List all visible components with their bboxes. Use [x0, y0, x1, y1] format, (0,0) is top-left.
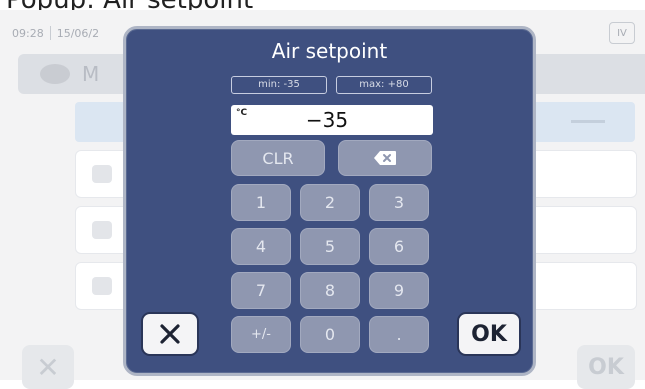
- row-icon: [92, 165, 112, 183]
- dash-icon: [571, 120, 605, 123]
- setpoint-dialog: Air setpoint min: -35 max: +80 °C −35 CL…: [123, 26, 536, 376]
- row-icon: [92, 277, 112, 295]
- fish-icon: [40, 64, 70, 84]
- unit-label: °C: [236, 108, 248, 118]
- key-2[interactable]: 2: [300, 184, 360, 221]
- backspace-icon: [374, 151, 396, 165]
- value-display: °C −35: [231, 105, 433, 135]
- key-4[interactable]: 4: [231, 228, 291, 265]
- status-date: 15/06/2: [56, 26, 100, 40]
- key-6[interactable]: 6: [369, 228, 429, 265]
- ok-button[interactable]: OK: [457, 312, 521, 356]
- background-header-label: M: [82, 62, 100, 86]
- max-limit-label: max: +80: [336, 76, 432, 94]
- key-7[interactable]: 7: [231, 272, 291, 309]
- backspace-button[interactable]: [338, 140, 432, 176]
- key-0[interactable]: 0: [300, 316, 360, 353]
- decimal-point-button[interactable]: .: [369, 316, 429, 353]
- key-3[interactable]: 3: [369, 184, 429, 221]
- key-9[interactable]: 9: [369, 272, 429, 309]
- background-ok-button: OK: [577, 345, 635, 389]
- dialog-title: Air setpoint: [271, 39, 388, 63]
- background-cancel-button: ✕: [22, 345, 74, 389]
- key-5[interactable]: 5: [300, 228, 360, 265]
- row-icon: [92, 221, 112, 239]
- key-1[interactable]: 1: [231, 184, 291, 221]
- key-8[interactable]: 8: [300, 272, 360, 309]
- clear-button[interactable]: CLR: [231, 140, 325, 176]
- close-icon: [160, 324, 180, 344]
- status-badge: IV: [609, 22, 635, 44]
- sign-toggle-button[interactable]: +/-: [231, 316, 291, 353]
- min-limit-label: min: -35: [231, 76, 327, 94]
- status-time: 09:28: [12, 26, 44, 40]
- cancel-button[interactable]: [141, 312, 199, 356]
- status-divider: [49, 26, 51, 40]
- value-text: −35: [305, 108, 349, 132]
